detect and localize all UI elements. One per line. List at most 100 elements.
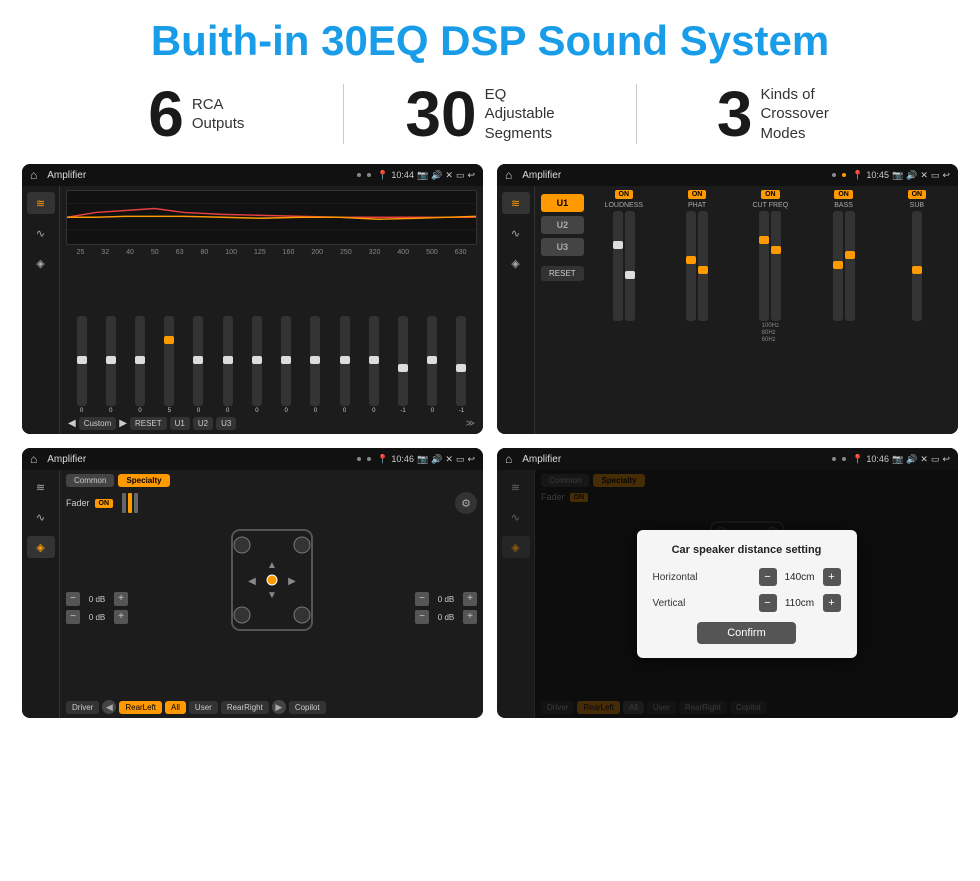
- cutfreq-on[interactable]: ON: [761, 190, 780, 199]
- phat-on[interactable]: ON: [688, 190, 707, 199]
- bass-on[interactable]: ON: [834, 190, 853, 199]
- speaker-icon-2[interactable]: ◈: [502, 252, 530, 274]
- wave-icon-3[interactable]: ∿: [27, 506, 55, 528]
- eq-expand-icon[interactable]: ≫: [466, 418, 475, 429]
- screen-crossover: ⌂ Amplifier 📍 10:45 📷 🔊 ✕ ▭ ↩ ≋ ∿ ◈: [497, 164, 958, 434]
- db-plus-1[interactable]: +: [114, 592, 128, 606]
- eq-slider-13: 0: [419, 316, 446, 414]
- wave-icon-2[interactable]: ∿: [502, 222, 530, 244]
- stat-eq-number: 30: [405, 82, 476, 146]
- eq-icon-2[interactable]: ≋: [502, 192, 530, 214]
- horizontal-plus[interactable]: +: [823, 568, 841, 586]
- car-diagram-area: ▲ ▼ ◀ ▶: [134, 520, 409, 696]
- eq-main: 25 32 40 50 63 80 100 125 160 200 250 32…: [60, 186, 483, 434]
- camera-icon-3: 📷: [417, 454, 428, 465]
- screen-eq: ⌂ Amplifier 📍 10:44 📷 🔊 ✕ ▭ ↩ ≋ ∿ ◈: [22, 164, 483, 434]
- eq-icon-3[interactable]: ≋: [27, 476, 55, 498]
- volume-icon: 🔊: [431, 170, 442, 181]
- screen2-icons: 📍 10:45 📷 🔊 ✕ ▭ ↩: [852, 170, 950, 181]
- horizontal-label: Horizontal: [653, 572, 698, 583]
- back-icon-4[interactable]: ↩: [942, 454, 950, 465]
- eq-slider-11: 0: [360, 316, 387, 414]
- home-icon-3[interactable]: ⌂: [30, 452, 37, 466]
- db-value-1: 0 dB: [83, 595, 111, 604]
- back-icon-3[interactable]: ↩: [467, 454, 475, 465]
- preset-col: U1 U2 U3 RESET: [541, 190, 584, 430]
- eq-u3-btn[interactable]: U3: [216, 417, 236, 430]
- eq-next-arrow[interactable]: ▶: [119, 418, 127, 429]
- location-icon-4: 📍: [852, 454, 863, 465]
- eq-slider-3: 0: [126, 316, 153, 414]
- back-icon[interactable]: ↩: [467, 170, 475, 181]
- back-icon-2[interactable]: ↩: [942, 170, 950, 181]
- rearright-btn[interactable]: RearRight: [221, 701, 269, 714]
- screens-grid: ⌂ Amplifier 📍 10:44 📷 🔊 ✕ ▭ ↩ ≋ ∿ ◈: [0, 158, 980, 728]
- db-minus-2[interactable]: −: [66, 610, 80, 624]
- rearleft-btn[interactable]: RearLeft: [119, 701, 162, 714]
- fader-on-btn[interactable]: ON: [95, 499, 114, 508]
- location-icon-3: 📍: [377, 454, 388, 465]
- crossover-reset-btn[interactable]: RESET: [541, 266, 584, 281]
- sub-on[interactable]: ON: [908, 190, 927, 199]
- car-svg: ▲ ▼ ◀ ▶: [222, 520, 322, 640]
- eq-custom-btn[interactable]: Custom: [79, 417, 117, 430]
- eq-u2-btn[interactable]: U2: [193, 417, 213, 430]
- horizontal-minus[interactable]: −: [759, 568, 777, 586]
- home-icon-4[interactable]: ⌂: [505, 452, 512, 466]
- fader-label: Fader: [66, 498, 90, 508]
- fader-label-row: Fader ON ⚙: [66, 492, 477, 514]
- db-minus-3[interactable]: −: [415, 592, 429, 606]
- home-icon[interactable]: ⌂: [30, 168, 37, 182]
- screen1-sidebar: ≋ ∿ ◈: [22, 186, 60, 434]
- preset-u1[interactable]: U1: [541, 194, 584, 212]
- confirm-button[interactable]: Confirm: [697, 622, 796, 644]
- screen2-statusbar: ⌂ Amplifier 📍 10:45 📷 🔊 ✕ ▭ ↩: [497, 164, 958, 186]
- volume-icon-4: 🔊: [906, 454, 917, 465]
- close-icon: ✕: [445, 170, 453, 181]
- eq-prev-arrow[interactable]: ◀: [68, 418, 76, 429]
- close-icon-3: ✕: [445, 454, 453, 465]
- db-minus-4[interactable]: −: [415, 610, 429, 624]
- vertical-plus[interactable]: +: [823, 594, 841, 612]
- copilot-btn[interactable]: Copilot: [289, 701, 326, 714]
- specialty-tab[interactable]: Specialty: [118, 474, 169, 487]
- common-tab[interactable]: Common: [66, 474, 114, 487]
- speaker-icon-4: ◈: [502, 536, 530, 558]
- db-plus-3[interactable]: +: [463, 592, 477, 606]
- screen3-title: Amplifier: [47, 454, 351, 465]
- eq-u1-btn[interactable]: U1: [170, 417, 190, 430]
- loudness-on[interactable]: ON: [615, 190, 634, 199]
- home-icon-2[interactable]: ⌂: [505, 168, 512, 182]
- speaker-icon-3[interactable]: ◈: [27, 536, 55, 558]
- db-value-3: 0 dB: [432, 595, 460, 604]
- screen3-dot1: [357, 457, 361, 461]
- db-plus-4[interactable]: +: [463, 610, 477, 624]
- speaker-sidebar-icon[interactable]: ◈: [27, 252, 55, 274]
- user-btn[interactable]: User: [189, 701, 218, 714]
- crossover-main: U1 U2 U3 RESET ON LOUDNESS: [535, 186, 958, 434]
- stat-divider-1: [343, 84, 344, 144]
- fader-right-arrow[interactable]: ▶: [272, 700, 286, 714]
- screen2-sidebar: ≋ ∿ ◈: [497, 186, 535, 434]
- driver-btn[interactable]: Driver: [66, 701, 99, 714]
- vertical-minus[interactable]: −: [759, 594, 777, 612]
- settings-icon[interactable]: ⚙: [455, 492, 477, 514]
- preset-u3[interactable]: U3: [541, 238, 584, 256]
- eq-reset-btn[interactable]: RESET: [130, 417, 167, 430]
- close-icon-2: ✕: [920, 170, 928, 181]
- fader-left-arrow[interactable]: ◀: [102, 700, 116, 714]
- minimize-icon: ▭: [456, 170, 465, 181]
- crossover-sliders: ON LOUDNESS ON PHAT: [589, 190, 952, 430]
- preset-u2[interactable]: U2: [541, 216, 584, 234]
- fader-tabs: Common Specialty: [66, 474, 477, 487]
- screen4-title: Amplifier: [522, 454, 826, 465]
- camera-icon-4: 📷: [892, 454, 903, 465]
- eq-sidebar-icon[interactable]: ≋: [27, 192, 55, 214]
- db-minus-1[interactable]: −: [66, 592, 80, 606]
- all-btn[interactable]: All: [165, 701, 186, 714]
- wave-sidebar-icon[interactable]: ∿: [27, 222, 55, 244]
- fader-car-section: − 0 dB + − 0 dB +: [66, 520, 477, 696]
- db-plus-2[interactable]: +: [114, 610, 128, 624]
- eq-slider-4: 5: [156, 316, 183, 414]
- bass-group: ON BASS: [808, 190, 878, 430]
